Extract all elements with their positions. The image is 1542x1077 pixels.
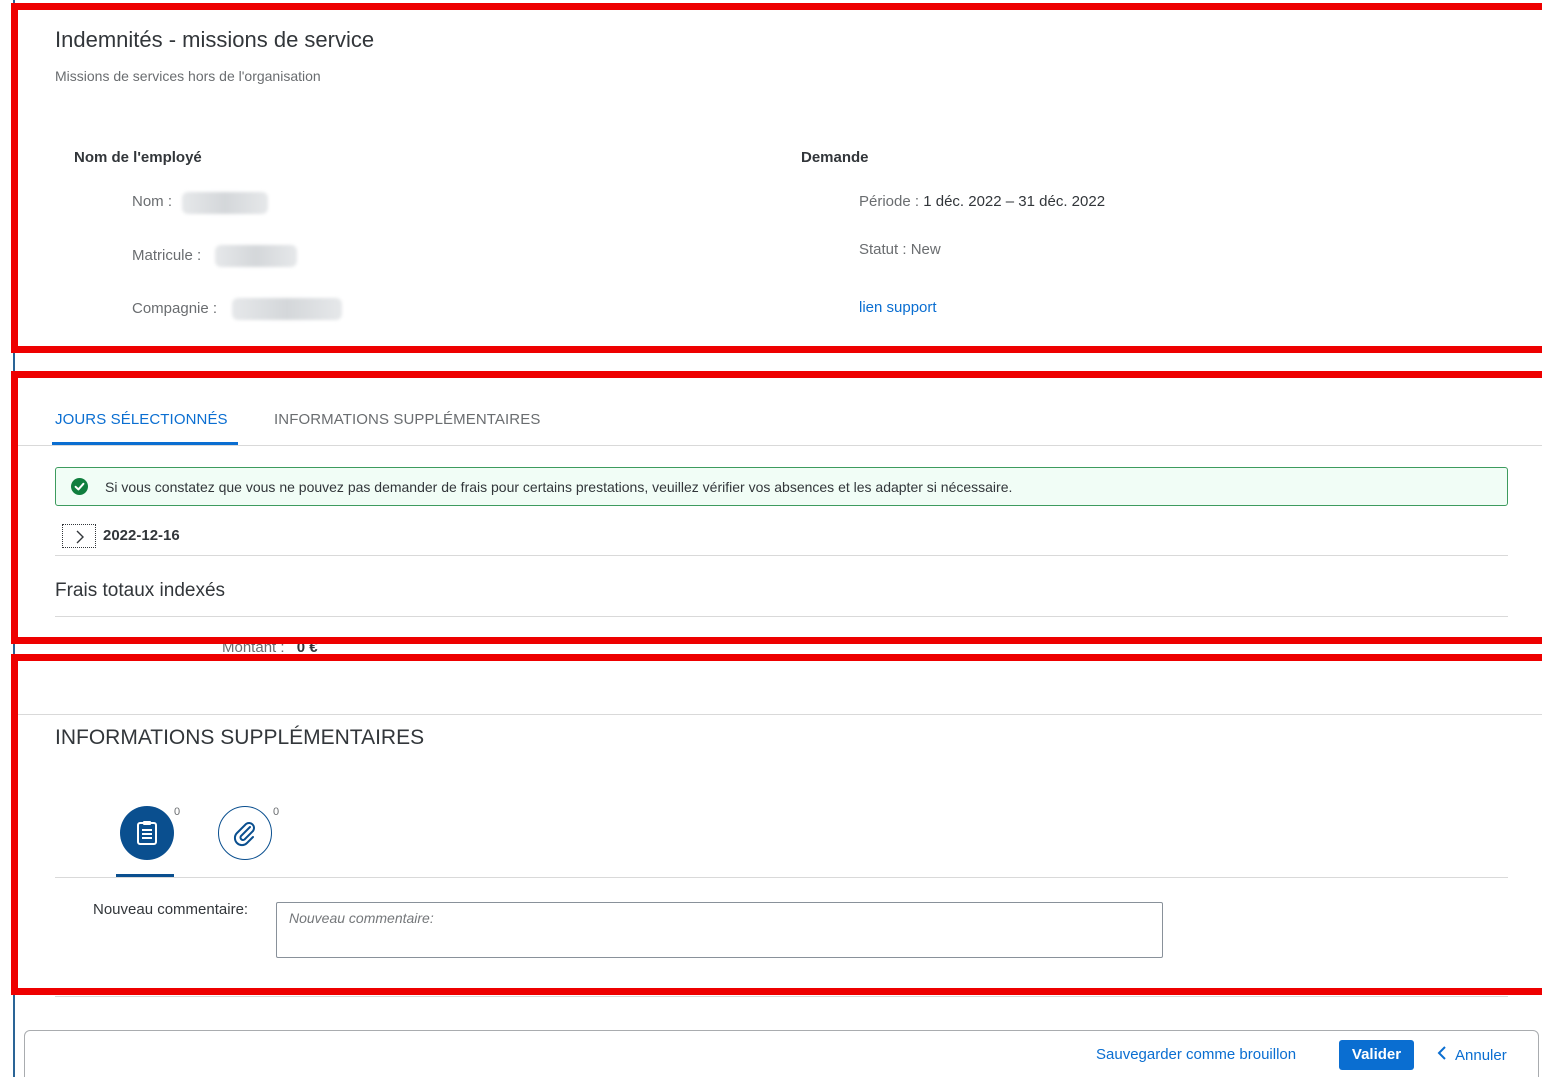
tab-selected-days[interactable]: JOURS SÉLECTIONNÉS [55,411,228,428]
request-period: Période : 1 déc. 2022 – 31 déc. 2022 [859,193,1105,210]
amount-label: Montant : [222,639,285,656]
support-link[interactable]: lien support [859,299,937,316]
footer-toolbar [24,1030,1539,1077]
request-status: Statut : New [859,241,941,258]
page-subtitle: Missions de services hors de l'organisat… [55,68,321,84]
comment-label: Nouveau commentaire: [93,901,249,918]
cancel-button-label: Annuler [1455,1047,1507,1064]
request-period-label: Période : [859,193,920,210]
employee-name-label: Nom : [132,193,173,210]
chevron-left-icon [1437,1046,1447,1064]
employee-company-redacted [232,298,342,320]
attachments-tab[interactable] [218,806,272,860]
employee-name-redacted [182,192,268,214]
section-divider [15,714,1542,715]
comment-input[interactable] [276,902,1163,958]
notes-icon [137,821,157,845]
totals-divider [55,616,1508,617]
page-title: Indemnités - missions de service [55,27,375,52]
tabs-divider [15,445,1542,446]
icon-tabs-divider [55,877,1508,878]
request-period-value: 1 déc. 2022 – 31 déc. 2022 [923,193,1106,210]
request-status-value: New [910,241,941,258]
info-message-text: Si vous constatez que vous ne pouvez pas… [105,479,1013,495]
paperclip-icon [233,822,255,847]
request-section-label: Demande [801,149,869,166]
employee-matricule-label: Matricule : [132,247,202,264]
attachments-count: 0 [273,806,280,818]
employee-section-label: Nom de l'employé [74,149,202,166]
day-date: 2022-12-16 [103,527,180,544]
notes-tab[interactable] [120,806,174,860]
expand-day-button[interactable] [62,524,96,548]
info-message-strip: Si vous constatez que vous ne pouvez pas… [55,467,1508,506]
amount-value: 0 € [296,639,318,656]
bottom-divider [55,996,1508,997]
chevron-right-icon [76,530,84,544]
page-left-border [13,0,15,1077]
annotation-frame-days [11,371,1542,644]
totals-amount: Montant : 0 € [222,639,318,656]
save-draft-button[interactable]: Sauvegarder comme brouillon [1096,1046,1296,1063]
validate-button[interactable]: Valider [1339,1040,1414,1070]
tab-additional-info[interactable]: INFORMATIONS SUPPLÉMENTAIRES [274,411,540,428]
request-status-label: Statut : [859,241,907,258]
day-row-divider [55,555,1508,556]
totals-title: Frais totaux indexés [55,580,226,601]
additional-info-title: INFORMATIONS SUPPLÉMENTAIRES [55,726,425,749]
employee-matricule-redacted [215,245,297,267]
success-check-icon [71,478,88,495]
notes-count: 0 [174,806,181,818]
cancel-button[interactable]: Annuler [1437,1046,1507,1064]
employee-company-label: Compagnie : [132,300,218,317]
